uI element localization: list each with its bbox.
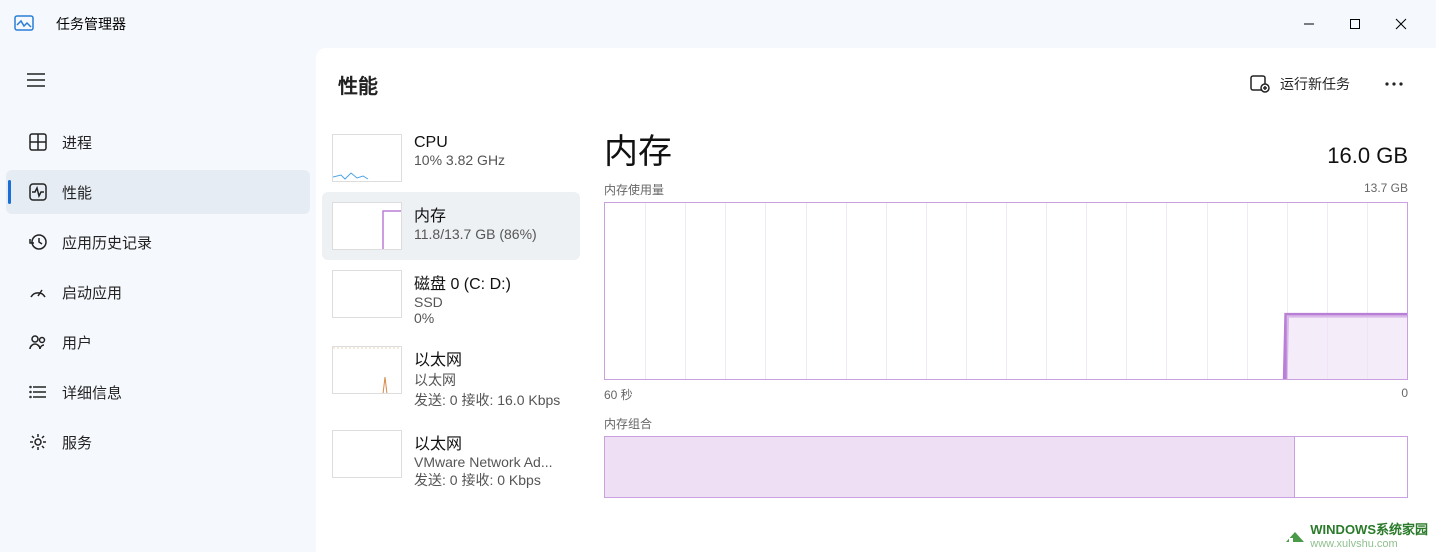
- sidebar-item-label: 进程: [62, 132, 92, 153]
- memory-trace-icon: [605, 203, 1407, 380]
- perf-item-memory[interactable]: 内存 11.8/13.7 GB (86%): [322, 192, 580, 260]
- detail-total: 16.0 GB: [1327, 143, 1408, 169]
- cpu-thumb-icon: [332, 134, 402, 182]
- x-axis-right: 0: [1401, 386, 1408, 403]
- detail-panel: 内存 16.0 GB 内存使用量 13.7 GB: [586, 120, 1436, 552]
- eth-thumb-icon: [332, 346, 402, 394]
- perf-item-sub2: 发送: 0 接收: 16.0 Kbps: [414, 390, 560, 410]
- perf-item-sub: 10% 3.82 GHz: [414, 152, 505, 168]
- gear-icon: [24, 433, 52, 451]
- composition-label: 内存组合: [604, 415, 1408, 432]
- disk-thumb-icon: [332, 270, 402, 318]
- perf-item-sub: 以太网: [414, 370, 560, 390]
- x-axis-left: 60 秒: [604, 386, 633, 403]
- sidebar-item-label: 服务: [62, 432, 92, 453]
- sidebar-item-performance[interactable]: 性能: [6, 170, 310, 214]
- sidebar-item-label: 性能: [62, 182, 92, 203]
- list-icon: [24, 383, 52, 401]
- composition-used: [605, 437, 1295, 497]
- sidebar-item-startup[interactable]: 启动应用: [6, 270, 310, 314]
- usage-max: 13.7 GB: [1364, 181, 1408, 198]
- perf-item-sub: 11.8/13.7 GB (86%): [414, 226, 537, 242]
- sidebar-item-label: 启动应用: [62, 282, 122, 303]
- titlebar: 任务管理器: [0, 0, 1436, 48]
- perf-item-cpu[interactable]: CPU 10% 3.82 GHz: [322, 124, 580, 192]
- users-icon: [24, 333, 52, 351]
- sidebar-item-label: 用户: [62, 332, 92, 353]
- memory-chart: [604, 202, 1408, 380]
- perf-item-sub2: 0%: [414, 310, 511, 326]
- usage-label: 内存使用量: [604, 181, 664, 198]
- pulse-icon: [24, 183, 52, 201]
- sidebar-item-users[interactable]: 用户: [6, 320, 310, 364]
- composition-bar: [604, 436, 1408, 498]
- main-header: 性能 运行新任务: [316, 48, 1436, 120]
- sidebar-item-details[interactable]: 详细信息: [6, 370, 310, 414]
- sidebar-item-history[interactable]: 应用历史记录: [6, 220, 310, 264]
- more-button[interactable]: [1374, 64, 1414, 104]
- perf-item-disk[interactable]: 磁盘 0 (C: D:) SSD 0%: [322, 260, 580, 336]
- watermark-icon: [1284, 526, 1306, 544]
- composition-free: [1295, 437, 1407, 497]
- sidebar-item-label: 详细信息: [62, 382, 122, 403]
- main-panel: 性能 运行新任务 CPU 10% 3.82 GHz: [316, 48, 1436, 552]
- close-button[interactable]: [1378, 4, 1424, 44]
- perf-item-ethernet-1[interactable]: 以太网 VMware Network Ad... 发送: 0 接收: 0 Kbp…: [322, 420, 580, 500]
- history-icon: [24, 233, 52, 251]
- perf-item-title: 以太网: [414, 346, 560, 370]
- page-title: 性能: [338, 70, 378, 99]
- window-title: 任务管理器: [56, 14, 126, 34]
- run-task-button[interactable]: 运行新任务: [1238, 65, 1362, 104]
- watermark: WINDOWS系统家园 www.xulvshu.com: [1284, 519, 1428, 550]
- sidebar-item-label: 应用历史记录: [62, 232, 152, 253]
- memory-thumb-icon: [332, 202, 402, 250]
- minimize-button[interactable]: [1286, 4, 1332, 44]
- app-icon: [12, 12, 36, 36]
- perf-item-sub2: 发送: 0 接收: 0 Kbps: [414, 470, 553, 490]
- sidebar: 进程 性能 应用历史记录 启动应用 用户 详细信息 服务: [0, 48, 316, 552]
- perf-item-title: 以太网: [414, 430, 553, 454]
- grid-icon: [24, 133, 52, 151]
- detail-title: 内存: [604, 124, 672, 173]
- sidebar-item-services[interactable]: 服务: [6, 420, 310, 464]
- run-task-icon: [1250, 73, 1270, 96]
- gauge-icon: [24, 283, 52, 301]
- hamburger-button[interactable]: [12, 56, 60, 104]
- perf-item-sub: VMware Network Ad...: [414, 454, 553, 470]
- sidebar-item-processes[interactable]: 进程: [6, 120, 310, 164]
- eth-thumb-icon: [332, 430, 402, 478]
- perf-item-ethernet-0[interactable]: 以太网 以太网 发送: 0 接收: 16.0 Kbps: [322, 336, 580, 420]
- run-task-label: 运行新任务: [1280, 74, 1350, 94]
- performance-list: CPU 10% 3.82 GHz 内存 11.8/13.7 GB (86%) 磁…: [316, 120, 586, 552]
- perf-item-title: CPU: [414, 134, 505, 152]
- perf-item-title: 内存: [414, 202, 537, 226]
- perf-item-sub: SSD: [414, 294, 511, 310]
- perf-item-title: 磁盘 0 (C: D:): [414, 270, 511, 294]
- maximize-button[interactable]: [1332, 4, 1378, 44]
